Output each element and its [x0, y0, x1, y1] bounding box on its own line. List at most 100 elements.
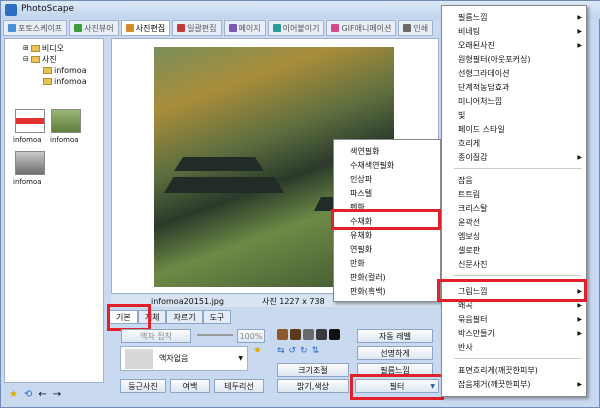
border-button[interactable]: 테두리선 — [214, 379, 264, 393]
highlight-basic-tab — [107, 304, 151, 331]
menu-item-make-box[interactable]: 박스만들기 ▶ — [442, 326, 588, 340]
folder-icon — [43, 77, 52, 85]
menu-item-fade-style[interactable]: 페이드 스타일 — [442, 122, 588, 136]
page-icon — [228, 24, 237, 32]
menu-item-pastel[interactable]: 파스텔 — [334, 186, 372, 200]
panel-splitter[interactable] — [105, 38, 110, 383]
menu-item-linear-gradient[interactable]: 선형그라데이션 — [442, 66, 588, 80]
favorite-star-icon[interactable]: ★ — [253, 345, 262, 356]
menu-item-watercolor-pencil[interactable]: 수채색연필화 — [334, 158, 394, 172]
tree-item-photos[interactable]: ⊟ 사진 — [23, 54, 57, 64]
menu-item-circular-filter[interactable]: 원형필터(아웃포커싱) — [442, 52, 588, 66]
chevron-down-icon: ▼ — [238, 355, 243, 362]
frame-select[interactable]: 액자없음 ▼ — [120, 346, 248, 371]
tab-combine[interactable]: 이어붙이기 — [267, 20, 325, 36]
thumbnail-1[interactable] — [15, 109, 45, 133]
menu-item-crystal[interactable]: 크리스탈 — [442, 201, 588, 215]
rotate-left-icon[interactable]: ↺ — [289, 346, 297, 356]
swatch-icon[interactable] — [316, 329, 327, 340]
swatch-icon[interactable] — [303, 329, 314, 340]
tab-gif[interactable]: GIF애니메이션 — [326, 20, 397, 36]
file-browser-panel: ⊞ 비디오 ⊟ 사진 infomoa infomoa infomoa infomoa… — [4, 38, 104, 383]
menu-item-emboss[interactable]: 엠보싱 — [442, 229, 588, 243]
swatch-icon[interactable] — [290, 329, 301, 340]
tab-batch[interactable]: 일괄편집 — [172, 20, 222, 36]
margin-button[interactable]: 여백 — [170, 379, 210, 393]
tab-photoscape[interactable]: 포토스케이프 — [3, 20, 68, 36]
menu-item-old-photo[interactable]: 오래된사진 ▶ — [442, 38, 588, 52]
app-icon — [5, 4, 17, 16]
swatch-icon[interactable] — [329, 329, 340, 340]
filter-dropdown-menu: 필름느낌 ▶ 비네팅 ▶ 오래된사진 ▶ 원형필터(아웃포커싱) 선형그라데이션 단계… — [441, 5, 587, 397]
combine-icon — [272, 24, 281, 32]
brightness-color-button[interactable]: 밝기,색상 — [277, 379, 349, 393]
menu-item-colored-pencil[interactable]: 색연필화 — [334, 144, 379, 158]
viewer-icon — [74, 24, 83, 32]
auto-level-button[interactable]: 자동 레벨 — [357, 329, 433, 343]
menu-item-reflection[interactable]: 반사 — [442, 340, 588, 354]
tab-page[interactable]: 페이지 — [223, 20, 266, 36]
menu-item-vignetting[interactable]: 비네팅 ▶ — [442, 24, 588, 38]
menu-item-bundle-filter[interactable]: 묶음필터 ▶ — [442, 312, 588, 326]
forward-arrow-icon[interactable]: → — [53, 389, 61, 400]
tab-crop[interactable]: 자르기 — [166, 310, 203, 324]
frame-slider[interactable] — [197, 334, 233, 336]
roof-shape — [174, 157, 264, 171]
menu-item-trim[interactable]: 트트림 — [442, 187, 588, 201]
menu-separator — [454, 275, 582, 276]
highlight-watercolor — [331, 209, 441, 230]
folder-icon — [30, 44, 40, 52]
menu-item-film[interactable]: 필름느낌 ▶ — [442, 10, 588, 24]
round-photo-button[interactable]: 둥근사진 — [120, 379, 166, 393]
photoscape-window: PhotoScape 포토스케이프 사진뷰어 사진편집 일괄편집 페이지 이어붙… — [0, 0, 600, 408]
menu-item-impressionism[interactable]: 인상파 — [334, 172, 372, 186]
tab-print[interactable]: 인쇄 — [398, 20, 434, 36]
swatch-icon[interactable] — [277, 329, 288, 340]
menu-item-light[interactable]: 빛 — [442, 108, 588, 122]
menu-item-print-mono[interactable]: 판화(흑백) — [334, 284, 386, 298]
menu-item-cellophane[interactable]: 셀로판 — [442, 243, 588, 257]
mirror-icon[interactable]: ⇅ — [312, 346, 320, 356]
gif-icon — [331, 24, 340, 32]
menu-item-blur[interactable]: 흐리게 — [442, 136, 588, 150]
rotate-icon[interactable]: ⟲ — [24, 389, 32, 400]
tree-item-video[interactable]: ⊞ 비디오 — [23, 43, 64, 53]
print-icon — [403, 24, 412, 32]
tab-tools[interactable]: 도구 — [202, 310, 232, 324]
menu-item-newspaper[interactable]: 신문사진 — [442, 257, 588, 271]
thumbnail-3[interactable] — [15, 151, 45, 175]
menu-item-noise[interactable]: 잡음 — [442, 173, 588, 187]
tab-editor[interactable]: 사진편집 — [120, 20, 171, 36]
tab-viewer[interactable]: 사진뷰어 — [69, 20, 119, 36]
menu-item-graduated[interactable]: 단계적농담효과 — [442, 80, 588, 94]
frame-merge-button[interactable]: 액자 접착 — [121, 329, 191, 343]
back-arrow-icon[interactable]: ← — [38, 389, 46, 400]
module-tabs: 포토스케이프 사진뷰어 사진편집 일괄편집 페이지 이어붙이기 GIF애니메이션… — [3, 20, 439, 37]
flip-icon[interactable]: ⇆ — [277, 346, 285, 356]
zoom-field[interactable]: 100% — [237, 329, 265, 343]
thumbnail-2[interactable] — [51, 109, 81, 133]
transform-icons: ⇆ ↺ ↻ ⇅ — [277, 346, 319, 356]
sharpen-button[interactable]: 선명하게 — [357, 346, 433, 360]
batch-icon — [177, 24, 186, 32]
menu-item-noise-removal[interactable]: 잡음제거(깨끗한피부) ▶ — [442, 377, 588, 391]
menu-item-paper-texture[interactable]: 종이질감 ▶ — [442, 150, 588, 164]
resize-button[interactable]: 크기조절 — [277, 363, 349, 377]
rotate-right-icon[interactable]: ↻ — [300, 346, 308, 356]
menu-separator — [454, 358, 582, 359]
status-filename: infomoa20151.jpg — [151, 296, 224, 306]
submenu-arrow-icon: ▶ — [577, 13, 582, 21]
menu-item-pencil[interactable]: 연필화 — [334, 242, 372, 256]
menu-item-oil-painting[interactable]: 유채화 — [334, 228, 372, 242]
home-icon — [8, 24, 16, 32]
tree-item-infomoa-2[interactable]: infomoa — [43, 76, 87, 86]
menu-item-surface-blur[interactable]: 표면흐리게(깨끗한피부) — [442, 363, 588, 377]
highlight-painting-item — [437, 279, 587, 302]
tree-item-infomoa-1[interactable]: infomoa — [43, 65, 87, 75]
menu-item-outline[interactable]: 윤곽선 — [442, 215, 588, 229]
menu-item-miniature[interactable]: 미니어처느낌 — [442, 94, 588, 108]
menu-item-cartoon[interactable]: 만화 — [334, 256, 365, 270]
star-icon[interactable]: ★ — [9, 389, 18, 400]
roof-shape — [164, 177, 284, 193]
menu-item-print-color[interactable]: 판화(컬러) — [334, 270, 386, 284]
